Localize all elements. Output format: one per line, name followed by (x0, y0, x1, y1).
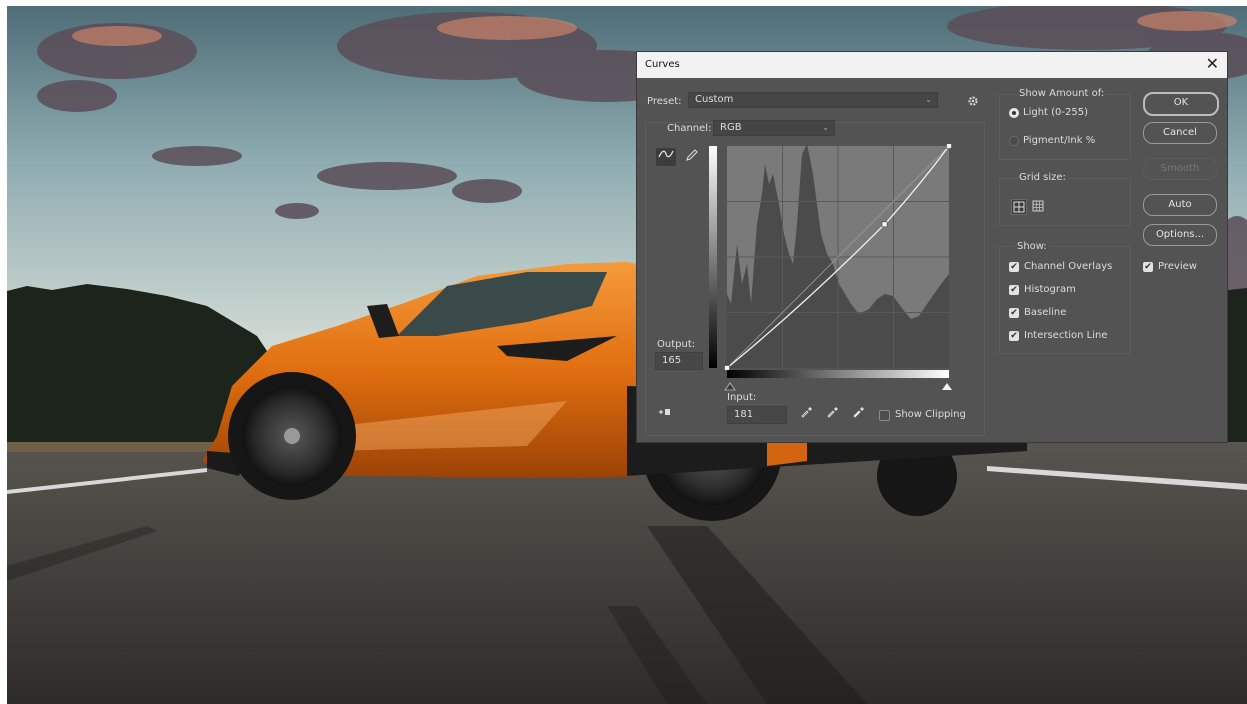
channel-dropdown[interactable]: RGB ⌄ (713, 120, 835, 136)
show-amount-label: Show Amount of: (1017, 88, 1107, 99)
smooth-button: Smooth (1143, 158, 1217, 180)
output-field[interactable]: 165 (655, 352, 703, 370)
photo-canvas: Curves ✕ Preset: Custom ⌄ Channel: RGB ⌄ (7, 6, 1247, 704)
dialog-titlebar: Curves ✕ (637, 52, 1227, 78)
channel-overlays-label: Channel Overlays (1024, 261, 1113, 272)
curves-dialog: Curves ✕ Preset: Custom ⌄ Channel: RGB ⌄ (637, 52, 1227, 442)
ok-button[interactable]: OK (1143, 92, 1219, 116)
output-gradient-bar (709, 146, 717, 368)
preview-checkbox[interactable]: ✔ (1143, 262, 1153, 272)
show-label: Show: (1015, 241, 1049, 252)
black-eyedropper-icon[interactable] (797, 406, 817, 424)
light-label: Light (0-255) (1023, 107, 1088, 118)
curve-control-point[interactable] (946, 144, 952, 149)
curve-control-point[interactable] (724, 365, 730, 371)
baseline-checkbox[interactable]: ✔ (1009, 308, 1019, 318)
curve-point-tool-icon[interactable] (656, 148, 676, 166)
gear-icon[interactable] (967, 95, 979, 107)
chevron-down-icon: ⌄ (822, 123, 829, 132)
curve-control-point[interactable] (881, 221, 888, 228)
gray-eyedropper-icon[interactable] (823, 406, 843, 424)
show-clipping-checkbox[interactable] (879, 410, 890, 421)
histogram-label: Histogram (1024, 284, 1076, 295)
curve-graph[interactable] (709, 144, 955, 394)
preset-label: Preset: (647, 96, 682, 107)
pencil-icon[interactable] (682, 148, 702, 166)
baseline-label: Baseline (1024, 307, 1067, 318)
input-gradient-bar (727, 370, 949, 378)
target-adjust-icon[interactable] (655, 406, 675, 424)
cancel-button[interactable]: Cancel (1143, 122, 1217, 144)
intersection-line-checkbox[interactable]: ✔ (1009, 331, 1019, 341)
simple-grid-icon[interactable] (1011, 199, 1027, 215)
preview-label: Preview (1158, 261, 1197, 272)
intersection-line-label: Intersection Line (1024, 330, 1108, 341)
grid-size-label: Grid size: (1017, 172, 1068, 183)
chevron-down-icon: ⌄ (925, 95, 932, 104)
show-clipping-label: Show Clipping (895, 409, 966, 420)
preset-dropdown[interactable]: Custom ⌄ (688, 92, 938, 108)
black-point-slider[interactable] (724, 382, 736, 391)
histogram-checkbox[interactable]: ✔ (1009, 285, 1019, 295)
input-field[interactable]: 181 (727, 406, 787, 424)
white-eyedropper-icon[interactable] (849, 406, 869, 424)
pigment-radio[interactable] (1009, 136, 1019, 146)
auto-button[interactable]: Auto (1143, 194, 1217, 216)
channel-label: Channel: (667, 123, 712, 134)
white-point-slider[interactable] (942, 383, 952, 390)
channel-overlays-checkbox[interactable]: ✔ (1009, 262, 1019, 272)
input-label: Input: (727, 392, 757, 403)
pigment-label: Pigment/Ink % (1023, 135, 1096, 146)
close-icon[interactable]: ✕ (1206, 54, 1219, 74)
show-amount-group (999, 94, 1131, 160)
detailed-grid-icon[interactable] (1031, 199, 1045, 213)
dialog-title: Curves (645, 59, 680, 70)
output-label: Output: (657, 339, 696, 350)
options-button[interactable]: Options... (1143, 224, 1217, 246)
preset-value: Custom (695, 94, 734, 105)
light-radio[interactable] (1009, 108, 1019, 118)
channel-value: RGB (720, 122, 742, 133)
